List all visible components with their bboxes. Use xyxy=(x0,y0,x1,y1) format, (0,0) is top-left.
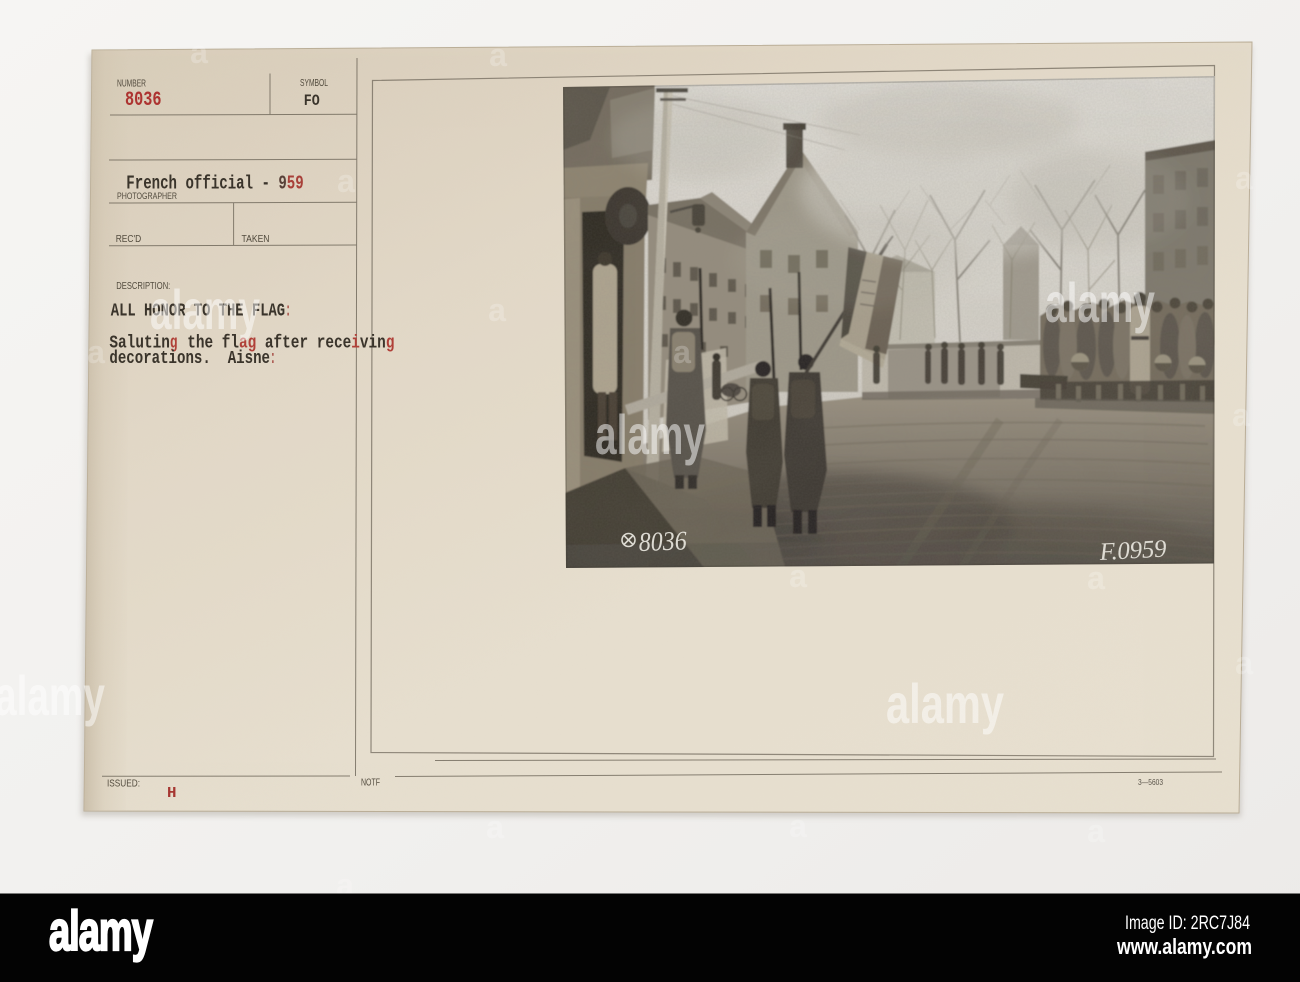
svg-text:vin: vin xyxy=(360,334,386,354)
svg-text:NOTF: NOTF xyxy=(361,778,380,789)
svg-text:g: g xyxy=(386,334,395,354)
svg-text:a: a xyxy=(673,334,691,370)
svg-text:rece: rece xyxy=(317,334,352,354)
svg-text:alamy: alamy xyxy=(0,664,105,727)
svg-text:REC'D: REC'D xyxy=(116,233,142,245)
svg-text:decorations.: decorations. xyxy=(109,349,210,369)
svg-text:9: 9 xyxy=(278,172,286,194)
svg-text:a: a xyxy=(489,37,507,73)
svg-text:a: a xyxy=(486,809,504,845)
svg-text:a: a xyxy=(789,808,807,844)
svg-text:alamy: alamy xyxy=(886,672,1004,735)
svg-text:a: a xyxy=(1232,397,1250,433)
svg-text:59: 59 xyxy=(287,172,304,194)
svg-text:a: a xyxy=(1087,560,1105,596)
svg-text:a: a xyxy=(488,292,506,328)
svg-text:TAKEN: TAKEN xyxy=(242,233,270,245)
svg-text:3—5603: 3—5603 xyxy=(1138,777,1163,787)
svg-text:a: a xyxy=(190,34,208,70)
svg-text:a: a xyxy=(1235,645,1253,681)
svg-text:8036: 8036 xyxy=(125,89,162,112)
svg-text:www.alamy.com: www.alamy.com xyxy=(1116,934,1252,959)
svg-text:alamy: alamy xyxy=(595,403,705,466)
svg-text:French official -: French official - xyxy=(126,172,270,194)
svg-text:a: a xyxy=(87,334,105,370)
svg-text:a: a xyxy=(1235,160,1253,196)
svg-text:F.0959: F.0959 xyxy=(1098,535,1168,566)
svg-text:NUMBER: NUMBER xyxy=(117,78,146,90)
svg-text:alamy: alamy xyxy=(49,901,153,963)
svg-text:Image ID: 2RC7J84: Image ID: 2RC7J84 xyxy=(1125,913,1250,934)
svg-text::: : xyxy=(270,349,276,369)
svg-text:H: H xyxy=(167,785,177,802)
svg-text:alamy: alamy xyxy=(150,278,260,341)
svg-text:Aisne: Aisne xyxy=(228,349,270,369)
svg-text:ALL: ALL xyxy=(111,302,136,322)
svg-text:FO: FO xyxy=(304,92,320,110)
svg-text:alamy: alamy xyxy=(1045,271,1155,334)
svg-text:a: a xyxy=(337,163,355,199)
svg-text:ISSUED:: ISSUED: xyxy=(107,778,140,790)
svg-text::: : xyxy=(285,302,291,322)
svg-text:a: a xyxy=(789,558,807,594)
svg-text:i: i xyxy=(351,334,360,354)
svg-text:8036: 8036 xyxy=(638,525,687,557)
svg-text:SYMBOL: SYMBOL xyxy=(300,77,328,89)
svg-text:a: a xyxy=(1087,813,1105,849)
